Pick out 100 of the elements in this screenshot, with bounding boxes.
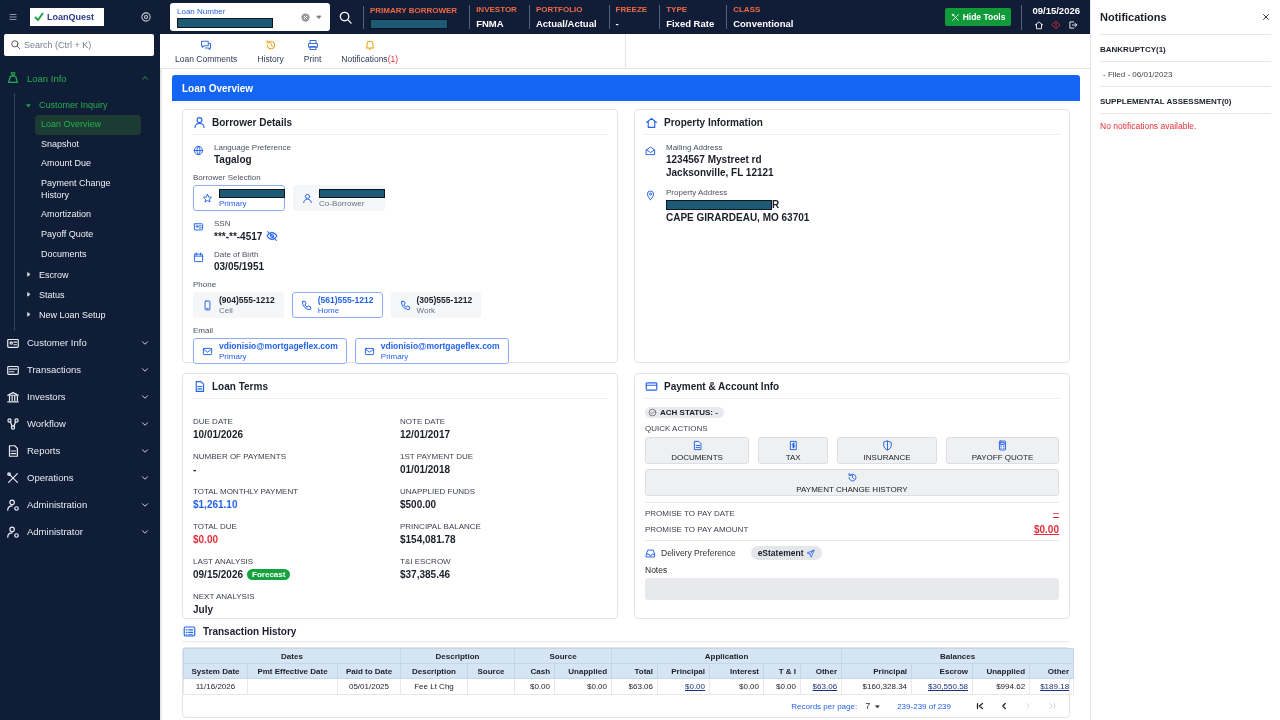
menu-icon[interactable]: [8, 12, 18, 22]
nav-item[interactable]: Amount Due: [35, 154, 141, 175]
field-label: PRIMARY BORROWER: [370, 5, 458, 15]
notification-item: - Filed - 06/01/2023: [1100, 62, 1271, 87]
card-title: Loan Terms: [212, 381, 268, 392]
location-pin-icon: [645, 190, 656, 201]
nav-item[interactable]: Operations: [0, 465, 160, 490]
quick-action-button[interactable]: DOCUMENTS: [645, 437, 750, 464]
open-envelope-icon: [645, 145, 656, 156]
tools-icon: [950, 12, 960, 22]
toolbar-button[interactable]: Notifications(1): [336, 38, 403, 64]
clear-icon[interactable]: [300, 11, 311, 23]
promise-link[interactable]: $0.00: [1033, 524, 1059, 535]
nodes-icon: [6, 416, 20, 431]
phone-option[interactable]: (305)555-1212 Work: [390, 292, 482, 318]
phone-number: (305)555-1212: [416, 295, 473, 305]
nav-item[interactable]: Customer Info: [0, 330, 160, 355]
phone-option[interactable]: (561)555-1212 Home: [291, 292, 383, 318]
field-value: Tagalog: [214, 154, 253, 165]
field-label: NOTE DATE: [400, 417, 447, 426]
quick-action-button[interactable]: PAYMENT CHANGE HISTORY: [645, 469, 1059, 496]
field-label: LAST ANALYSIS: [193, 557, 255, 566]
address-line: 1234567 Mystreet rd: [666, 154, 762, 165]
field-label: Property Address: [666, 188, 729, 197]
logout-icon[interactable]: [1068, 19, 1079, 30]
nav-item[interactable]: Status: [15, 284, 160, 305]
card-title: Payment & Account Info: [664, 381, 780, 392]
toolbar-button[interactable]: Loan Comments: [170, 38, 243, 64]
nav-item[interactable]: Loan Overview: [35, 115, 141, 135]
nav-item[interactable]: Escrow: [15, 264, 160, 285]
previous-page-icon[interactable]: [999, 701, 1009, 711]
empty-message: No notifications available.: [1100, 120, 1198, 133]
column-group-header: Description: [400, 648, 515, 664]
borrower-option[interactable]: Primary: [193, 185, 285, 211]
records-per-page-select[interactable]: 7: [865, 701, 882, 711]
toolbar-button[interactable]: History: [252, 38, 289, 64]
first-page-icon[interactable]: [975, 701, 985, 711]
card-title: Borrower Details: [212, 117, 293, 128]
field-label: 1ST PAYMENT DUE: [400, 452, 475, 461]
nav-item[interactable]: Amortization: [35, 205, 141, 226]
address-line: CAPE GIRARDEAU, MO 63701: [666, 212, 810, 223]
nav-item[interactable]: Payoff Quote: [35, 225, 141, 245]
bank-icon: [6, 389, 20, 404]
column-group-header: Dates: [183, 648, 401, 664]
nav-item[interactable]: Administrator: [0, 519, 160, 544]
email-option[interactable]: vdionisio@mortgageflex.com Primary: [354, 338, 509, 364]
phone-number: (904)555-1212: [219, 295, 275, 305]
table-cell: $0.00: [587, 682, 607, 691]
nav-item[interactable]: Loan Info: [0, 66, 160, 90]
search-field[interactable]: Search (Ctrl + K): [4, 34, 154, 56]
toolbar-button[interactable]: Print: [298, 38, 327, 64]
quick-action-button[interactable]: TAX: [758, 437, 829, 464]
nav-item[interactable]: Payment Change History: [35, 174, 141, 206]
field-value: $1,261.10: [193, 499, 238, 510]
phone-type: Home: [317, 306, 341, 315]
nav-item[interactable]: Customer Inquiry: [15, 95, 160, 115]
quick-action-button[interactable]: PAYOFF QUOTE: [946, 437, 1059, 464]
field-label: DUE DATE: [193, 417, 234, 426]
hidden-eye-icon[interactable]: [266, 230, 279, 242]
nav-item[interactable]: Documents: [35, 244, 141, 265]
field-value: -: [193, 464, 197, 475]
email-option[interactable]: vdionisio@mortgageflex.com Primary: [193, 338, 347, 364]
section-title: BANKRUPTCY(1): [1100, 35, 1271, 62]
nav-item[interactable]: Workflow: [0, 411, 160, 436]
address-line: R: [772, 199, 780, 210]
chat-icon: [200, 38, 213, 51]
loan-number-field[interactable]: Loan Number: [170, 3, 330, 31]
promise-link[interactable]: --: [1053, 508, 1059, 518]
envelope-icon: [202, 345, 213, 357]
borrower-option[interactable]: Co-Borrower: [293, 185, 385, 211]
field-label: TOTAL DUE: [193, 522, 238, 531]
nav-item[interactable]: Investors: [0, 384, 160, 409]
quick-action-button[interactable]: INSURANCE: [837, 437, 937, 464]
hide-tools-button[interactable]: Hide Tools: [944, 8, 1012, 26]
nav-item[interactable]: Snapshot: [35, 134, 141, 155]
nav-item[interactable]: Reports: [0, 438, 160, 463]
nav-item[interactable]: Transactions: [0, 357, 160, 382]
field-label: Loan Number: [177, 6, 227, 16]
home-icon: [645, 116, 658, 129]
card-title: Property Information: [664, 117, 763, 128]
status-badge: Forecast: [247, 569, 291, 580]
search-icon[interactable]: [338, 9, 353, 25]
caret-icon[interactable]: [315, 13, 323, 21]
table-cell-link[interactable]: $0.00: [685, 682, 705, 691]
field-label: PROMISE TO PAY AMOUNT: [645, 525, 749, 534]
nav-item[interactable]: New Loan Setup: [15, 304, 160, 325]
role-label: Co-Borrower: [319, 198, 366, 208]
role-label: Primary: [219, 198, 248, 208]
field-value: $154,081.78: [400, 534, 456, 545]
home-icon[interactable]: [1034, 19, 1045, 30]
dollar-document-icon: [787, 439, 799, 451]
settings-icon[interactable]: [140, 11, 152, 23]
close-icon[interactable]: [1261, 12, 1271, 22]
phone-option[interactable]: (904)555-1212 Cell: [193, 292, 284, 318]
printer-icon: [306, 38, 319, 51]
chevron-up-icon: [140, 73, 150, 83]
logo[interactable]: LoanQuest: [30, 8, 104, 26]
nav-item[interactable]: Administration: [0, 492, 160, 517]
field-value: Actual/Actual: [535, 18, 597, 29]
field-label: TYPE: [666, 5, 689, 14]
